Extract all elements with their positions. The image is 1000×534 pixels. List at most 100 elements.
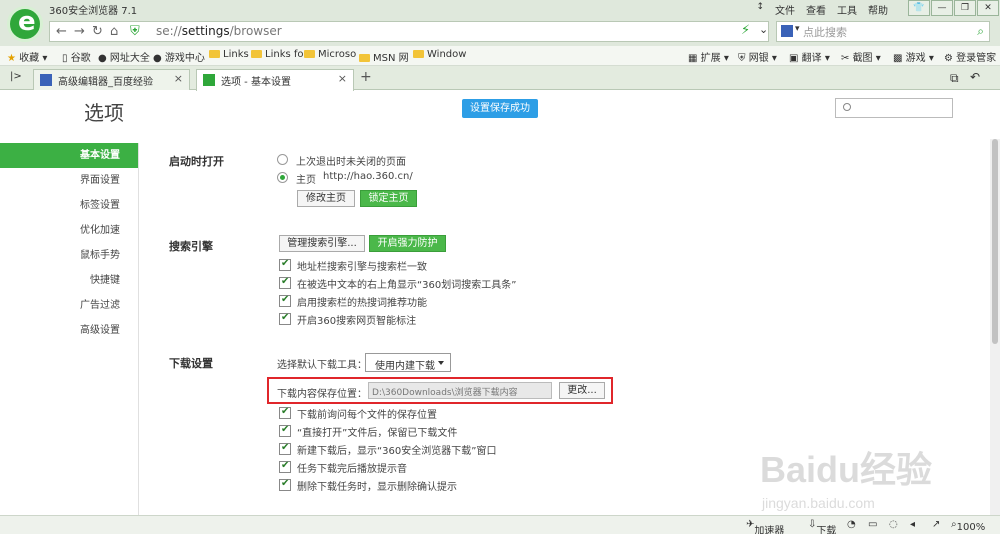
ext-translate[interactable]: ▣ 翻译 ▾ [789,49,830,64]
search-box[interactable]: ▾ 点此搜索 ⌕ [776,21,990,42]
status-icon-b[interactable]: ▭ [868,519,877,530]
ext-games[interactable]: ▩ 游戏 ▾ [893,49,934,64]
checkbox-label: 下载前询问每个文件的保存位置 [297,410,437,421]
checkbox-hot-words[interactable] [279,294,291,307]
section-startup-title: 启动时打开 [169,155,224,168]
menu-tools[interactable]: 工具 [837,2,857,17]
zoom-level[interactable]: ⌕ 100% [951,519,985,533]
checkbox-keep-file[interactable] [279,424,291,437]
search-engine-icon[interactable] [781,25,793,37]
volume-icon[interactable]: ◂ [910,519,915,530]
ext-login-manager[interactable]: ⚙ 登录管家 [944,49,996,64]
menu-arrow-icon[interactable]: ↕ [756,2,764,17]
home-icon[interactable]: ⌂ [110,24,118,39]
settings-search-input[interactable] [835,98,953,118]
manage-search-engines-button[interactable]: 管理搜索引擎... [279,235,365,252]
sidebar-item-basic[interactable]: 基本设置 [0,143,138,168]
refresh-icon[interactable]: ↻ [92,24,103,39]
close-tab-icon[interactable]: × [174,72,183,85]
skin-icon[interactable]: 👕 [908,0,930,16]
search-engine-dropdown-icon[interactable]: ▾ [795,24,800,34]
download-status-button[interactable]: ⇩ 下载 [808,519,836,534]
status-icon-d[interactable]: ↗ [932,519,940,530]
restore-tabs-icon[interactable]: ⧉ [950,71,959,86]
ext-screenshot[interactable]: ✂ 截图 ▾ [841,49,881,64]
checkbox-sync-search[interactable] [279,258,291,271]
checkbox-smart-mark[interactable] [279,312,291,325]
modify-homepage-button[interactable]: 修改主页 [297,190,355,207]
folder-icon [413,50,424,58]
minimize-button[interactable]: — [931,0,953,16]
tab-strip: |> 高级编辑器_百度经验 × 选项 - 基本设置 × + ⧉ ↶ [0,66,1000,91]
section-download-title: 下载设置 [169,357,213,370]
menu-bar: ↕ 文件 查看 工具 帮助 [756,2,888,17]
checkbox-show-window[interactable] [279,442,291,455]
speed-bolt-icon[interactable]: ⚡ [741,23,750,38]
star-icon: ★ [7,53,16,64]
forward-icon[interactable]: → [74,24,85,39]
tab-baidu-editor[interactable]: 高级编辑器_百度经验 × [33,69,190,90]
bookmark-item[interactable]: Links [209,49,249,60]
checkbox-play-sound[interactable] [279,460,291,473]
checkbox-confirm-delete[interactable] [279,478,291,491]
search-placeholder: 点此搜索 [803,26,847,39]
change-path-button[interactable]: 更改... [559,382,605,399]
bookmark-item[interactable]: Microso [304,49,356,60]
bookmark-item[interactable]: Window [413,49,466,60]
lock-homepage-button[interactable]: 锁定主页 [360,190,417,207]
sidebar-item-shortcuts[interactable]: 快捷键 [0,268,138,293]
sidebar-item-tabs[interactable]: 标签设置 [0,193,138,218]
download-tool-select[interactable]: 使用内建下载 [365,353,451,372]
new-tab-button[interactable]: + [360,69,372,85]
search-icon[interactable]: ⌕ [977,24,984,39]
menu-help[interactable]: 帮助 [868,2,888,17]
bookmark-item[interactable]: MSN 网 [359,49,409,64]
ext-bank[interactable]: ⛨ 网银 ▾ [738,49,777,64]
tab-label: 选项 - 基本设置 [221,77,291,88]
status-icon-a[interactable]: ◔ [847,519,856,530]
accelerator-button[interactable]: ✈ 加速器 [746,519,784,534]
bookmark-item[interactable]: ● 游戏中心 [153,49,205,64]
radio-homepage[interactable] [277,172,288,183]
restore-button[interactable]: ❐ [954,0,976,16]
ext-extensions[interactable]: ▦ 扩展 ▾ [688,49,729,64]
scrollbar-thumb[interactable] [992,139,998,344]
menu-view[interactable]: 查看 [806,2,826,17]
checkbox-label: “直接打开”文件后，保留已下载文件 [297,428,458,439]
sidebar-item-optimize[interactable]: 优化加速 [0,218,138,243]
close-tab-icon[interactable]: × [338,72,347,85]
bookmark-item[interactable]: ▯ 谷歌 [62,49,91,64]
sidebar-toggle-icon[interactable]: |> [10,71,22,82]
page-scrollbar[interactable] [990,139,1000,515]
download-path-input[interactable]: D:\360Downloads\浏览器下载内容 [368,382,552,399]
checkbox-label: 删除下载任务时，显示删除确认提示 [297,482,457,493]
bookmark-item[interactable]: Links fo [251,49,304,60]
section-search-title: 搜索引擎 [169,240,213,253]
address-bar[interactable]: ← → ↻ ⌂ ⛨ se://settings/browser ⚡ ⌄ [49,21,769,42]
address-dropdown-icon[interactable]: ⌄ [759,23,768,36]
bookmark-favorites[interactable]: ★ 收藏 ▾ [7,49,47,64]
checkbox-word-toolbar[interactable] [279,276,291,289]
baidu-favicon-icon [40,74,52,86]
bookmark-item[interactable]: ● 网址大全 [98,49,150,64]
folder-icon [251,50,262,58]
search-icon [843,103,851,111]
enable-protection-button[interactable]: 开启强力防护 [369,235,446,252]
checkbox-label: 任务下载完后播放提示音 [297,464,407,475]
back-icon[interactable]: ← [56,24,67,39]
menu-file[interactable]: 文件 [775,2,795,17]
sidebar-item-advanced[interactable]: 高级设置 [0,318,138,343]
undo-close-icon[interactable]: ↶ [970,70,980,84]
tab-settings[interactable]: 选项 - 基本设置 × [196,69,354,91]
close-window-button[interactable]: ✕ [977,0,999,16]
title-bar: 360安全浏览器 7.1 ↕ 文件 查看 工具 帮助 👕 — ❐ ✕ ← → ↻… [0,0,1000,46]
url-text[interactable]: se://settings/browser [156,24,282,38]
security-shield-icon[interactable]: ⛨ [130,24,140,39]
sidebar-item-interface[interactable]: 界面设置 [0,168,138,193]
status-icon-c[interactable]: ◌ [889,519,898,530]
saved-status-badge: 设置保存成功 [462,99,538,118]
sidebar-item-gestures[interactable]: 鼠标手势 [0,243,138,268]
radio-last-session[interactable] [277,154,288,165]
checkbox-ask-location[interactable] [279,406,291,419]
sidebar-item-adblock[interactable]: 广告过滤 [0,293,138,318]
